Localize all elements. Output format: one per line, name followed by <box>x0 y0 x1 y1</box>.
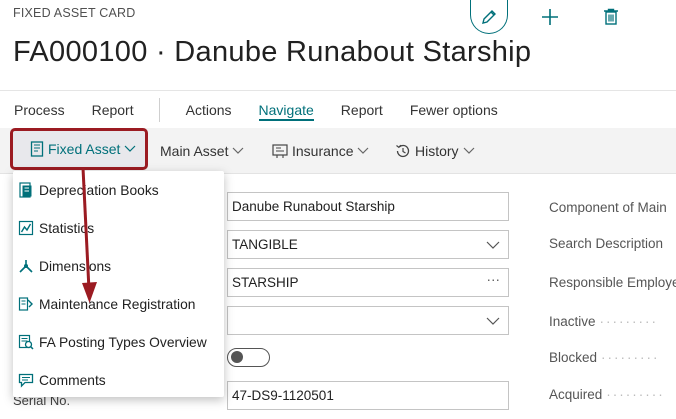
menu-item-label: Maintenance Registration <box>39 296 196 312</box>
inactive-label: Inactive ········· <box>549 314 658 329</box>
fixed-asset-card-icon <box>30 141 44 157</box>
chevron-down-icon <box>124 145 136 152</box>
delete-button[interactable] <box>599 5 623 29</box>
menu-item-label: Comments <box>39 372 106 388</box>
blocked-label-text: Blocked <box>549 350 598 365</box>
action-process[interactable]: Process <box>14 92 65 128</box>
page-caption: FIXED ASSET CARD <box>13 6 136 20</box>
component-of-main-label: Component of Main <box>549 200 667 215</box>
class-code-value: TANGIBLE <box>232 237 298 252</box>
menu-item-dimensions[interactable]: Dimensions <box>13 247 224 285</box>
add-plus-icon <box>542 9 558 25</box>
fixed-asset-menu-button[interactable]: Fixed Asset <box>10 128 149 170</box>
chevron-down-icon <box>463 147 474 154</box>
page-title: FA000100 · Danube Runabout Starship <box>13 36 532 68</box>
insurance-menu-button[interactable]: Insurance <box>272 128 369 174</box>
history-menu-button[interactable]: History <box>395 128 475 174</box>
dimensions-icon <box>18 258 34 274</box>
action-report-2[interactable]: Report <box>341 92 383 128</box>
menu-item-depreciation-books[interactable]: Depreciation Books <box>13 171 224 209</box>
insurance-icon <box>272 144 288 158</box>
action-navigate[interactable]: Navigate <box>258 92 315 128</box>
edit-button[interactable] <box>470 0 508 34</box>
acquired-label: Acquired ········· <box>549 387 665 402</box>
search-description-label: Search Description <box>549 236 664 251</box>
action-report[interactable]: Report <box>92 92 134 128</box>
class-code-select[interactable]: TANGIBLE <box>227 230 509 259</box>
menu-item-label: Statistics <box>39 220 95 236</box>
menu-item-label: Dimensions <box>39 258 112 274</box>
dot-leader: ········· <box>599 314 658 329</box>
action-actions[interactable]: Actions <box>186 92 232 128</box>
page-top-actions <box>470 0 623 34</box>
responsible-employee-label: Responsible Employe <box>549 275 676 290</box>
location-code-select[interactable] <box>227 306 509 335</box>
chevron-down-icon <box>358 147 369 154</box>
action-fewer-options[interactable]: Fewer options <box>410 92 498 128</box>
description-value: Danube Runabout Starship <box>232 199 395 214</box>
dot-leader: ········· <box>601 350 660 365</box>
subclass-code-value: STARSHIP <box>232 275 299 290</box>
action-bar-separator <box>158 97 160 122</box>
serial-no-value: 47-DS9-1120501 <box>232 388 334 403</box>
lookup-ellipsis-icon[interactable]: ··· <box>487 272 501 287</box>
menu-item-statistics[interactable]: Statistics <box>13 209 224 247</box>
menu-item-fa-posting-types-overview[interactable]: FA Posting Types Overview <box>13 323 224 361</box>
menu-item-label: Depreciation Books <box>39 182 159 198</box>
history-menu-label: History <box>415 143 459 159</box>
dot-leader: ········· <box>606 387 665 402</box>
fixed-asset-dropdown-menu: Depreciation Books Statistics Dimensions <box>13 171 224 397</box>
main-asset-menu-label: Main Asset <box>160 143 229 159</box>
menu-item-label: FA Posting Types Overview <box>39 334 207 350</box>
edit-pencil-icon <box>482 9 496 24</box>
subclass-code-field[interactable]: STARSHIP ··· <box>227 268 509 297</box>
chevron-down-icon <box>486 317 500 325</box>
chevron-down-icon <box>233 147 244 154</box>
acquired-label-text: Acquired <box>549 387 603 402</box>
inactive-label-text: Inactive <box>549 314 596 329</box>
fixed-asset-menu-label: Fixed Asset <box>48 141 121 157</box>
main-asset-menu-button[interactable]: Main Asset <box>160 128 244 174</box>
history-clock-icon <box>396 144 410 158</box>
posting-overview-icon <box>18 334 34 350</box>
comment-icon <box>18 372 34 388</box>
menu-item-maintenance-registration[interactable]: Maintenance Registration <box>13 285 224 323</box>
insurance-menu-label: Insurance <box>292 143 354 159</box>
description-field[interactable]: Danube Runabout Starship <box>227 192 509 221</box>
action-bar: Process Report Actions Navigate Report F… <box>0 90 676 128</box>
delete-trash-icon <box>604 8 618 25</box>
depreciation-book-icon <box>18 182 34 198</box>
chevron-down-icon <box>486 241 500 249</box>
menu-item-comments[interactable]: Comments <box>13 361 224 399</box>
toggle-knob <box>231 351 243 363</box>
blocked-label: Blocked ········· <box>549 350 660 365</box>
serial-no-field[interactable]: 47-DS9-1120501 <box>227 381 509 410</box>
maintenance-icon <box>18 296 34 312</box>
new-button[interactable] <box>538 5 562 29</box>
statistics-chart-icon <box>18 220 34 236</box>
navigate-sub-bar: Fixed Asset Main Asset Insurance History <box>0 128 676 174</box>
budgeted-asset-toggle[interactable] <box>227 348 270 367</box>
